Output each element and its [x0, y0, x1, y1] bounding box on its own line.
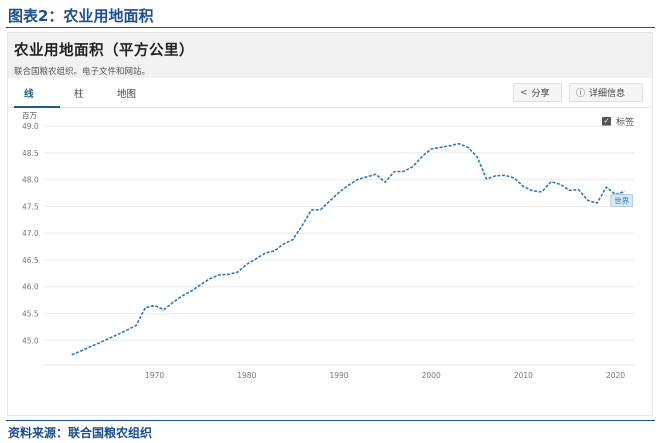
y-tick-label: 48.0: [22, 176, 39, 185]
series-world: 世界: [71, 142, 634, 356]
series-end-label-text: 世界: [614, 195, 629, 205]
x-tick-label: 1980: [237, 371, 256, 380]
y-tick-label: 45.0: [22, 336, 39, 345]
y-tick-label: 49.0: [22, 122, 39, 131]
y-tick-label: 47.0: [22, 229, 39, 238]
y-tick-label: 46.0: [22, 283, 39, 292]
header-rule: [6, 27, 655, 28]
footer-rule: [6, 420, 655, 421]
x-tick-label: 1970: [145, 371, 164, 380]
figure-title: 图表2：农业用地面积: [8, 7, 154, 25]
y-tick-label: 47.5: [22, 202, 39, 211]
y-unit-label: 百万: [22, 111, 37, 120]
x-axis-ticks: 1970 1980 1990 2000 2010 2020: [44, 364, 634, 380]
chart-gridlines: [44, 125, 634, 341]
x-tick-label: 2020: [606, 371, 625, 380]
figure-source: 资料来源：联合国粮农组织: [8, 426, 153, 440]
y-tick-label: 46.5: [22, 256, 39, 265]
y-axis-ticks: 45.0 45.5 46.0 46.5 47.0 47.5 48.0 48.5 49.0: [22, 122, 39, 345]
line-chart: 45.0 45.5 46.0 46.5 47.0 47.5 48.0 48.5 49.0 197…: [22, 111, 634, 380]
x-tick-label: 2000: [422, 371, 441, 380]
x-tick-label: 1990: [329, 371, 348, 380]
series-line: [71, 142, 626, 356]
y-tick-label: 45.5: [22, 310, 39, 319]
data-widget-panel: 农业用地面积（平方公里） 联合国粮农组织。电子文件和网站。 线 柱 地图 < 分…: [7, 32, 653, 416]
series-end-label: 世界: [610, 194, 634, 207]
x-tick-label: 2010: [514, 371, 533, 380]
y-tick-label: 48.5: [22, 149, 39, 158]
